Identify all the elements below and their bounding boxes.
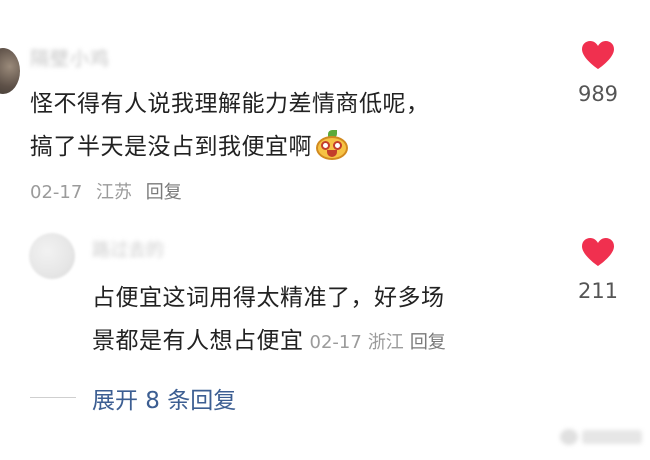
reply-text-line-2: 景都是有人想占便宜 02-17 浙江 回复 [92, 320, 552, 364]
reply-text-line: 占便宜这词用得太精准了，好多场 [92, 285, 445, 311]
reply-username[interactable]: 路过去的 [92, 236, 164, 262]
reply-button[interactable]: 回复 [146, 182, 182, 203]
comment-meta: 02-17 江苏 回复 [30, 178, 190, 204]
comment-text-line: 搞了半天是没占到我便宜啊 [30, 134, 312, 160]
reply-reply-button[interactable]: 回复 [410, 332, 446, 353]
comment-username[interactable]: 隔壁小鸡 [30, 44, 110, 71]
avatar[interactable] [0, 48, 20, 94]
reply-like-button[interactable]: 211 [574, 237, 622, 303]
reply-date: 02-17 [309, 332, 362, 353]
comment-location: 江苏 [96, 182, 133, 203]
like-count: 989 [577, 82, 619, 106]
reply-text-line: 景都是有人想占便宜 [92, 328, 304, 354]
reply-location: 浙江 [367, 332, 404, 353]
reply-like-count: 211 [577, 279, 619, 303]
reply-meta: 02-17 浙江 回复 [310, 332, 452, 353]
smirk-face-emoji-icon [314, 130, 350, 160]
comment-thread: 隔壁小鸡 怪不得有人说我理解能力差情商低呢， 搞了半天是没占到我便宜啊 02-1… [0, 0, 650, 460]
comment-date: 02-17 [30, 182, 83, 203]
reply-avatar[interactable] [29, 233, 75, 279]
like-button[interactable]: 989 [574, 40, 622, 106]
watermark-logo-icon [560, 429, 578, 445]
expand-divider [30, 397, 76, 398]
expand-replies-link[interactable]: 展开 8 条回复 [92, 381, 236, 415]
heart-icon[interactable] [581, 40, 615, 70]
watermark-text [582, 430, 642, 444]
comment-text-line: 怪不得有人说我理解能力差情商低呢， [30, 91, 430, 117]
heart-icon[interactable] [581, 237, 615, 267]
watermark [560, 426, 642, 448]
comment-body: 怪不得有人说我理解能力差情商低呢， 搞了半天是没占到我便宜啊 [30, 83, 550, 169]
reply-body: 占便宜这词用得太精准了，好多场 景都是有人想占便宜 02-17 浙江 回复 [92, 277, 552, 364]
comment-text-line-2: 搞了半天是没占到我便宜啊 [30, 126, 550, 169]
